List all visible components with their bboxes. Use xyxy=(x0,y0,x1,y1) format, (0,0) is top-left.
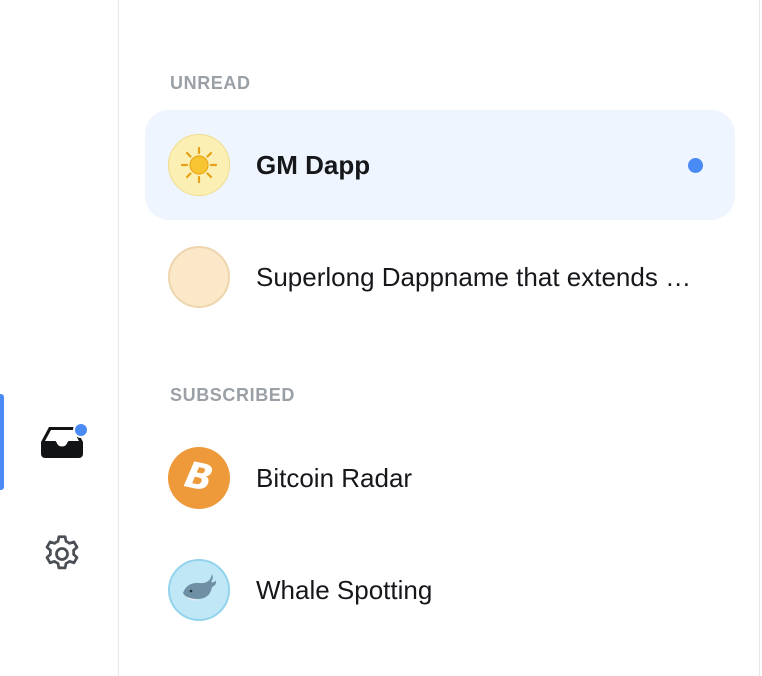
sidebar-item-inbox[interactable] xyxy=(24,404,100,480)
section-heading-subscribed: SUBSCRIBED xyxy=(170,385,296,405)
panel-divider xyxy=(759,0,760,676)
list-item-superlong-dapp[interactable]: Superlong Dappname that extends beyond t… xyxy=(145,222,735,332)
active-indicator xyxy=(0,394,4,490)
inbox-unread-badge xyxy=(73,422,89,438)
list-item-label: Whale Spotting xyxy=(256,575,433,605)
sun-icon xyxy=(168,134,230,196)
whale-icon xyxy=(168,559,230,621)
list-item-label: GM Dapp xyxy=(256,150,371,180)
unread-indicator-dot xyxy=(688,158,703,173)
list-item-gm-dapp[interactable]: GM Dapp xyxy=(145,110,735,220)
list-item-whale-spotting[interactable]: Whale Spotting xyxy=(145,535,735,645)
app-window: UNREAD GM Dapp Superlong Dappname that e… xyxy=(0,0,762,676)
bitcoin-icon: B xyxy=(168,447,230,509)
list-item-label: Bitcoin Radar xyxy=(256,463,413,493)
sidebar-rail xyxy=(0,0,119,676)
list-item-label: Superlong Dappname that extends beyond t… xyxy=(256,262,701,292)
section-heading-unread: UNREAD xyxy=(170,73,251,93)
blank-avatar-icon xyxy=(168,246,230,308)
list-item-bitcoin-radar[interactable]: B Bitcoin Radar xyxy=(145,423,735,533)
gear-icon xyxy=(40,532,84,576)
sidebar-item-settings[interactable] xyxy=(24,516,100,592)
